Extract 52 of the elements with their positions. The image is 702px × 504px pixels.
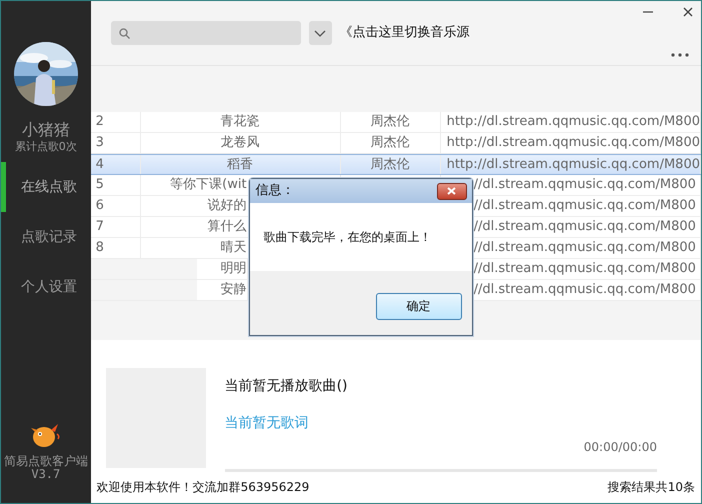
song-url: //dl.stream.qqmusic.qq.com/M800 [474, 198, 696, 213]
lyrics-text: 当前暂无歌词 [224, 414, 310, 433]
chevron-down-icon [314, 30, 326, 36]
close-icon[interactable] [683, 7, 693, 17]
result-count: 搜索结果共10条 [608, 479, 695, 496]
row-number: 8 [96, 240, 104, 255]
song-title: 稻香 [227, 157, 254, 172]
song-title: 龙卷风 [220, 135, 260, 150]
song-title: 等你下课(wit [170, 177, 247, 192]
song-title: 说好的 [208, 198, 247, 213]
row-number: 6 [96, 198, 104, 213]
row-number: 4 [96, 157, 104, 172]
row-number: 5 [96, 177, 104, 192]
dialog-title: 信息： [256, 182, 295, 200]
row-number: 7 [96, 219, 104, 234]
now-playing: 当前暂无播放歌曲() [224, 377, 349, 396]
ok-button[interactable]: 确定 [376, 292, 462, 320]
song-url: //dl.stream.qqmusic.qq.com/M800 [474, 219, 696, 234]
nav-item[interactable]: 个人设置 [1, 262, 91, 312]
status-message: 欢迎使用本软件！交流加群563956229 [96, 479, 310, 496]
search-field[interactable] [110, 21, 301, 45]
song-title: 算什么 [208, 219, 247, 234]
singer-name: 周杰伦 [370, 157, 410, 172]
song-url: //dl.stream.qqmusic.qq.com/M800 [474, 177, 696, 192]
more-icon[interactable] [671, 53, 689, 58]
song-title: 安静 [220, 282, 247, 297]
dropdown-button[interactable] [308, 21, 332, 45]
source-switch-link[interactable]: 《点击这里切换音乐源 [340, 23, 470, 43]
song-url: http://dl.stream.qqmusic.qq.com/M800 [446, 157, 700, 172]
singer-name: 周杰伦 [370, 135, 410, 150]
app-name: 简易点歌客户端 [4, 454, 88, 468]
dialog-message: 歌曲下载完毕，在您的桌面上！ [264, 229, 432, 246]
song-title: 晴天 [220, 240, 247, 255]
app-version: V3.7 [31, 468, 60, 481]
singer-name: 周杰伦 [370, 114, 410, 129]
close-icon [447, 187, 456, 195]
row-number: 3 [96, 135, 104, 150]
row-number: 2 [96, 114, 104, 129]
song-url: http://dl.stream.qqmusic.qq.com/M800 [446, 135, 700, 150]
nav-item[interactable]: 点歌记录 [1, 212, 91, 262]
song-url: http://dl.stream.qqmusic.qq.com/M800 [446, 114, 700, 129]
play-time: 00:00/00:00 [584, 439, 657, 456]
song-url: //dl.stream.qqmusic.qq.com/M800 [474, 240, 696, 255]
bird-logo-icon [30, 422, 61, 448]
search-icon [118, 28, 130, 38]
user-stat: 累计点歌0次 [14, 140, 77, 154]
song-title: 青花瓷 [220, 114, 260, 129]
dialog-close-button[interactable] [436, 182, 467, 200]
song-title: 明明 [220, 261, 247, 276]
user-name: 小猪猪 [22, 120, 70, 140]
song-url: //dl.stream.qqmusic.qq.com/M800 [474, 282, 696, 297]
song-url: //dl.stream.qqmusic.qq.com/M800 [474, 261, 696, 276]
